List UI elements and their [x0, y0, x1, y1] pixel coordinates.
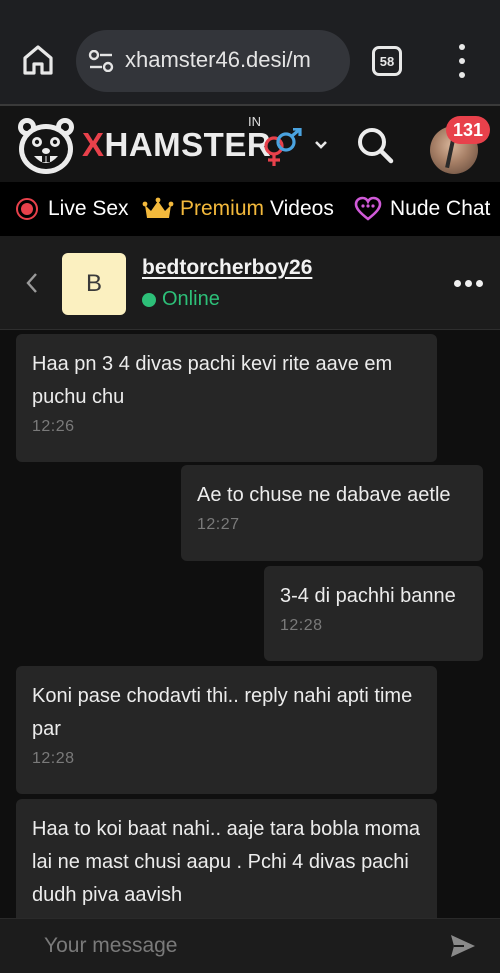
chevron-down-icon[interactable] — [312, 136, 330, 154]
heart-chat-icon — [354, 196, 382, 222]
more-options-icon[interactable] — [452, 278, 486, 288]
browser-toolbar: xhamster46.desi/m 58 — [0, 0, 500, 104]
message-bubble-outgoing: Ae to chuse ne dabave aetle 12:27 — [181, 465, 483, 561]
message-bubble-incoming: Haa pn 3 4 divas pachi kevi rite aave em… — [16, 334, 437, 462]
site-settings-icon[interactable] — [88, 49, 114, 73]
hamster-logo-icon[interactable] — [14, 114, 78, 178]
online-status-dot — [142, 293, 156, 307]
message-bubble-outgoing: 3-4 di pachhi banne 12:28 — [264, 566, 483, 661]
nav-premium-videos[interactable]: Premium Videos — [142, 182, 334, 236]
contact-avatar[interactable]: B — [62, 253, 126, 315]
message-composer — [0, 918, 500, 973]
address-bar[interactable]: xhamster46.desi/m — [76, 30, 350, 92]
logo-word: HAMSTER — [104, 126, 272, 163]
live-record-icon — [16, 198, 38, 220]
message-bubble-incoming: Koni pase chodavti thi.. reply nahi apti… — [16, 666, 437, 794]
search-icon[interactable] — [354, 124, 396, 166]
site-logo[interactable]: XHAMSTER — [82, 126, 271, 164]
send-icon[interactable] — [448, 931, 478, 961]
back-arrow-icon[interactable] — [20, 268, 44, 298]
region-label: IN — [248, 114, 261, 129]
site-header: XHAMSTER IN 131 — [0, 106, 500, 182]
nav-premium-label: Premium — [180, 197, 265, 220]
message-input[interactable] — [44, 929, 424, 963]
message-list[interactable]: Haa pn 3 4 divas pachi kevi rite aave em… — [0, 330, 500, 918]
tab-switcher-button[interactable]: 58 — [372, 46, 402, 76]
message-text: 3-4 di pachhi banne — [280, 585, 456, 607]
logo-x: X — [82, 126, 105, 163]
online-status-text: Online — [162, 288, 220, 310]
message-text: Haa to koi baat nahi.. aaje tara bobla m… — [32, 818, 421, 906]
nav-nude-chat[interactable]: Nude Chat — [354, 182, 490, 236]
browser-menu-icon[interactable] — [452, 44, 472, 78]
message-time: 12:28 — [280, 617, 323, 634]
message-time: 12:26 — [32, 418, 75, 435]
contact-name-link[interactable]: bedtorcherboy26 — [142, 256, 312, 280]
message-text: Ae to chuse ne dabave aetle — [197, 484, 451, 506]
chat-header: B bedtorcherboy26 Online — [0, 236, 500, 330]
nav-videos-label: Videos — [270, 197, 334, 220]
home-icon[interactable] — [20, 42, 56, 78]
message-text: Koni pase chodavti thi.. reply nahi apti… — [32, 685, 413, 740]
category-nav: Live Sex Premium Videos Nude Chat — [0, 182, 500, 236]
message-bubble-incoming: Haa to koi baat nahi.. aaje tara bobla m… — [16, 799, 437, 918]
message-time: 12:27 — [197, 516, 240, 533]
message-text: Haa pn 3 4 divas pachi kevi rite aave em… — [32, 353, 393, 408]
gender-symbol-icon[interactable] — [258, 127, 304, 168]
message-time: 12:28 — [32, 750, 75, 767]
crown-icon — [142, 197, 174, 221]
nav-nude-chat-label: Nude Chat — [390, 197, 491, 220]
url-text: xhamster46.desi/m — [125, 47, 311, 72]
nav-live-sex[interactable]: Live Sex — [16, 182, 129, 236]
notification-badge[interactable]: 131 — [446, 116, 491, 144]
nav-live-label: Live Sex — [48, 197, 129, 220]
